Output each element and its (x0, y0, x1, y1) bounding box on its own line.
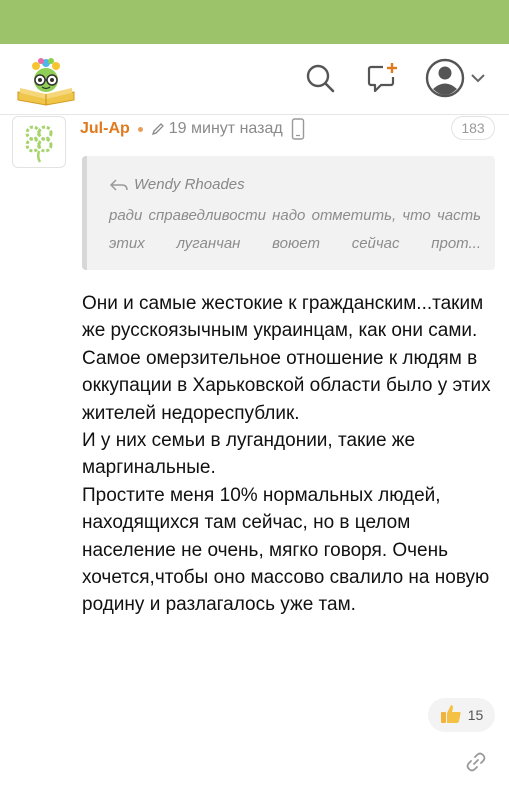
site-logo[interactable] (14, 54, 78, 106)
timestamp: 19 минут назад (151, 118, 305, 140)
quoted-comment[interactable]: Wendy Rhoades ради справедливости надо о… (82, 156, 495, 270)
comment-meta: Jul-Ap 19 минут назад (80, 118, 305, 140)
thumbs-up-icon (440, 703, 462, 728)
comment-paragraph: И у них семьи в лугандонии, такие же мар… (82, 430, 416, 479)
top-color-bar (0, 0, 509, 44)
mobile-device-icon (291, 118, 304, 140)
quote-text: ради справедливости надо отметить, что ч… (109, 207, 481, 252)
comment-paragraph: Самое омерзительное отношение к людям в … (82, 347, 491, 424)
like-button[interactable]: 15 (428, 698, 495, 732)
comment-number-badge[interactable]: 183 (451, 116, 495, 140)
link-icon (466, 752, 486, 772)
avatar[interactable] (12, 116, 66, 168)
comment-paragraph: Простите меня 10% нормальных людей, нахо… (82, 484, 490, 616)
account-menu-button[interactable] (422, 58, 490, 98)
search-icon (306, 64, 335, 93)
new-post-icon (367, 63, 397, 93)
like-count: 15 (467, 707, 484, 723)
account-icon (425, 58, 465, 98)
clover-flower-icon (25, 125, 53, 163)
online-dot (137, 126, 143, 132)
author-name[interactable]: Jul-Ap (80, 120, 130, 138)
quote-author: Wendy Rhoades (109, 176, 245, 193)
new-post-button[interactable] (362, 58, 402, 98)
pencil-icon (151, 123, 164, 136)
comment-paragraph: Они и самые жестокие к гражданским...так… (82, 293, 484, 342)
reply-arrow-icon (109, 178, 128, 191)
comment-body: Они и самые жестокие к гражданским...так… (82, 290, 500, 619)
search-button[interactable] (300, 58, 340, 98)
quote-author-name: Wendy Rhoades (134, 176, 245, 193)
site-header (0, 44, 509, 115)
share-link-button[interactable] (462, 748, 490, 776)
time-text: 19 минут назад (168, 120, 283, 137)
chevron-down-icon (471, 74, 485, 83)
